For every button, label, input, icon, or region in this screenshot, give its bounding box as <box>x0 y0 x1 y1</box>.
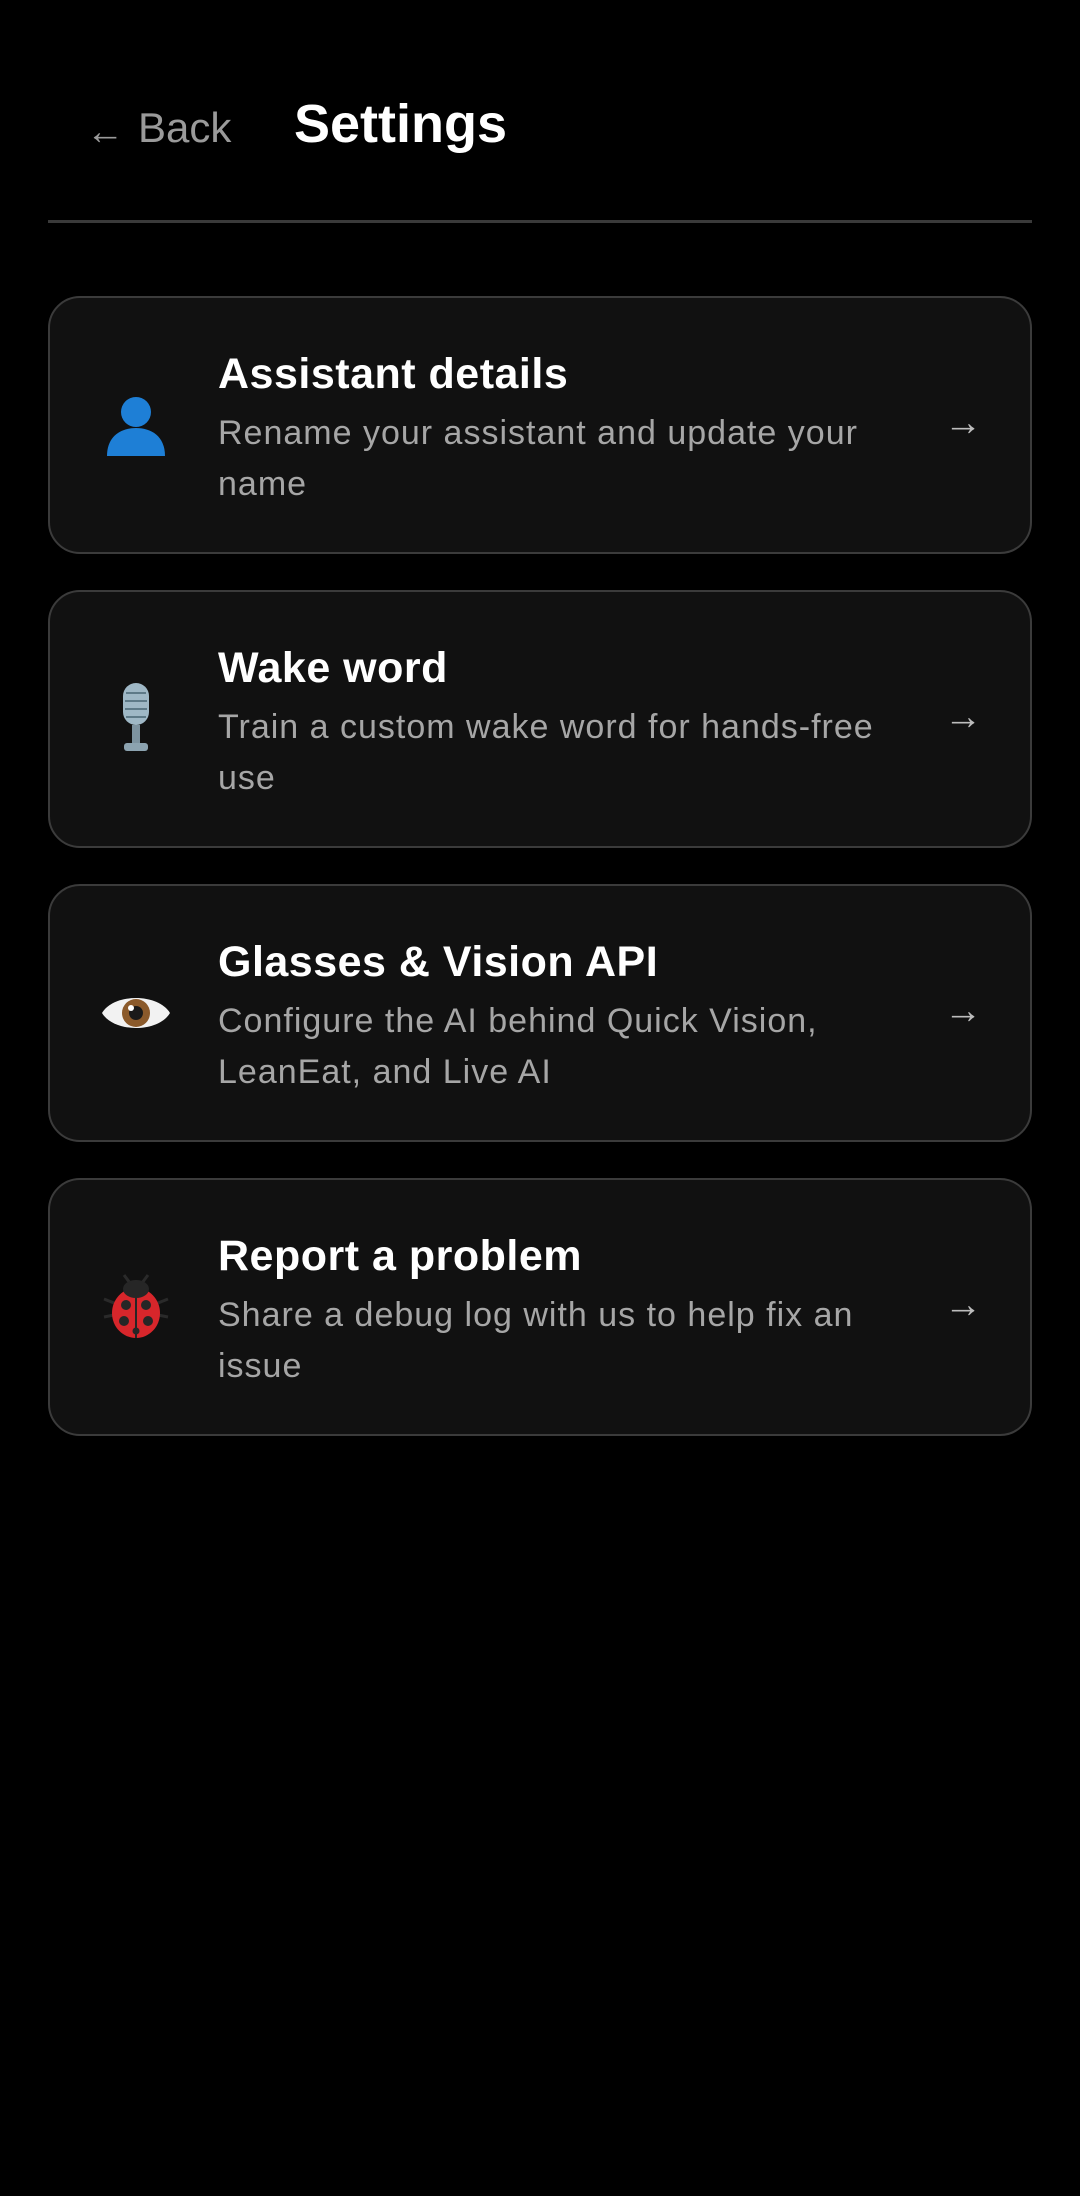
arrow-right-icon: → <box>944 1284 982 1326</box>
glasses-vision-api-card[interactable]: Glasses & Vision API Configure the AI be… <box>48 884 1032 1142</box>
eye-icon <box>96 973 176 1053</box>
arrow-right-icon: → <box>944 696 982 738</box>
card-title: Glasses & Vision API <box>218 938 659 986</box>
report-problem-card[interactable]: Report a problem Share a debug log with … <box>48 1178 1032 1436</box>
card-title: Report a problem <box>218 1232 582 1280</box>
card-title: Wake word <box>218 644 448 692</box>
card-description: Train a custom wake word for hands-free … <box>218 708 874 797</box>
ladybug-icon <box>96 1267 176 1347</box>
person-icon <box>96 385 176 465</box>
assistant-details-card[interactable]: Assistant details Rename your assistant … <box>48 296 1032 554</box>
back-arrow-icon: ← <box>86 110 124 153</box>
header: ← Back Settings <box>0 0 1080 222</box>
card-description: Share a debug log with us to help fix an… <box>218 1296 854 1385</box>
back-label: Back <box>138 104 232 151</box>
header-divider <box>48 220 1032 223</box>
microphone-icon <box>96 679 176 759</box>
card-description: Rename your assistant and update your na… <box>218 414 858 503</box>
settings-list: Assistant details Rename your assistant … <box>48 296 1032 1472</box>
card-description: Configure the AI behind Quick Vision, Le… <box>218 1002 818 1091</box>
page-title: Settings <box>294 94 508 154</box>
card-title: Assistant details <box>218 350 569 398</box>
arrow-right-icon: → <box>944 402 982 444</box>
arrow-right-icon: → <box>944 990 982 1032</box>
wake-word-card[interactable]: Wake word Train a custom wake word for h… <box>48 590 1032 848</box>
back-button[interactable]: ← Back <box>86 100 231 156</box>
